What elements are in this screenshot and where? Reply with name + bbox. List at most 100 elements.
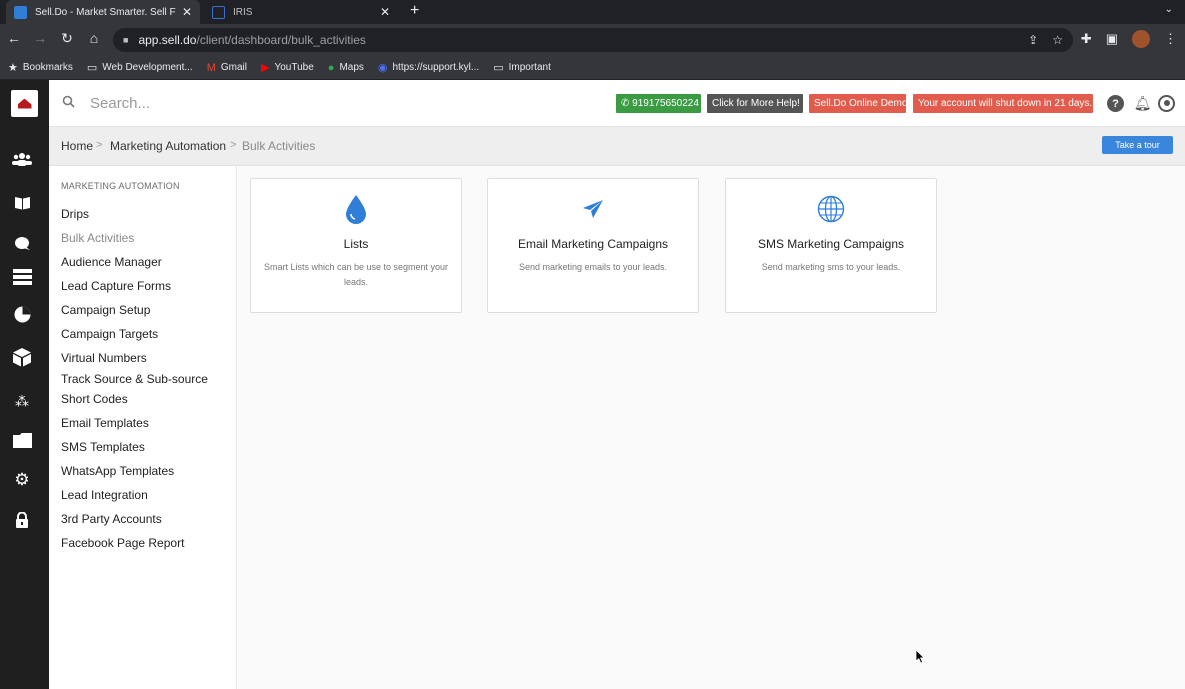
menu-item-short-codes[interactable]: Short Codes bbox=[61, 392, 128, 406]
folder-icon: ▭ bbox=[86, 62, 98, 74]
users-icon[interactable] bbox=[12, 149, 32, 169]
bell-icon[interactable]: 🔔︎ bbox=[1134, 95, 1152, 112]
menu-item-campaign-targets[interactable]: Campaign Targets bbox=[61, 327, 158, 341]
gmail-icon: M bbox=[206, 61, 216, 74]
url-path: /client/dashboard/bulk_activities bbox=[196, 33, 366, 47]
folder-icon[interactable] bbox=[12, 430, 32, 450]
user-icon[interactable] bbox=[1158, 95, 1175, 112]
browser-menu-icon[interactable]: ⋮ bbox=[1164, 31, 1177, 47]
marketing-automation-menu: MARKETING AUTOMATION Drips Bulk Activiti… bbox=[49, 166, 237, 689]
back-icon[interactable]: ← bbox=[5, 30, 23, 46]
breadcrumb-separator: > bbox=[96, 139, 103, 151]
site-icon: ◉ bbox=[377, 62, 388, 74]
maps-icon: ● bbox=[327, 61, 335, 74]
folder-icon: ▭ bbox=[493, 62, 504, 74]
droplet-icon bbox=[251, 194, 461, 224]
star-icon: ★ bbox=[8, 62, 18, 74]
bookmark-item[interactable]: ◉ https://support.kyl... bbox=[378, 61, 479, 74]
help-icon[interactable]: ? bbox=[1107, 95, 1124, 112]
email-campaigns-card[interactable]: Email Marketing Campaigns Send marketing… bbox=[487, 178, 699, 313]
lists-card[interactable]: Lists Smart Lists which can be use to se… bbox=[250, 178, 462, 313]
home-icon[interactable]: ⌂ bbox=[85, 30, 103, 46]
search-icon bbox=[62, 95, 75, 108]
phone-icon: ✆ bbox=[621, 98, 633, 109]
profile-avatar[interactable] bbox=[1132, 30, 1150, 48]
breadcrumb: Home > Marketing Automation > Bulk Activ… bbox=[49, 127, 1185, 166]
menu-item-lead-capture-forms[interactable]: Lead Capture Forms bbox=[61, 279, 171, 293]
bookmark-item[interactable]: ▭ Web Development... bbox=[87, 61, 193, 74]
cube-icon[interactable] bbox=[12, 347, 32, 367]
bookmark-item[interactable]: ● Maps bbox=[328, 62, 364, 74]
new-tab-icon[interactable]: + bbox=[410, 2, 419, 20]
youtube-icon: ▶ bbox=[261, 62, 270, 74]
search-input[interactable] bbox=[90, 92, 390, 114]
app-logo bbox=[11, 90, 38, 117]
card-title: SMS Marketing Campaigns bbox=[757, 237, 905, 251]
online-demo-button[interactable]: Sell.Do Online Demo bbox=[809, 94, 907, 113]
bookmark-item[interactable]: ★ Bookmarks bbox=[8, 61, 73, 74]
address-bar[interactable]: ■ app.sell.do/client/dashboard/bulk_acti… bbox=[113, 28, 1073, 52]
menu-item-virtual-numbers[interactable]: Virtual Numbers bbox=[61, 351, 147, 365]
menu-item-3rd-party-accounts[interactable]: 3rd Party Accounts bbox=[61, 512, 162, 526]
close-icon[interactable]: ✕ bbox=[380, 5, 390, 19]
menu-item-audience-manager[interactable]: Audience Manager bbox=[61, 255, 162, 269]
bookmarks-bar: ★ Bookmarks ▭ Web Development... M Gmail ▶ Y… bbox=[0, 56, 1185, 80]
url-host: app.sell.do bbox=[138, 33, 197, 47]
bookmark-item[interactable]: ▭ Important bbox=[493, 61, 551, 74]
phone-button[interactable]: ✆ 919175650224 bbox=[616, 94, 701, 113]
breadcrumb-separator: > bbox=[230, 139, 237, 151]
paper-plane-icon bbox=[488, 194, 698, 224]
take-tour-button[interactable]: Take a tour bbox=[1102, 136, 1173, 154]
main-content: Lists Smart Lists which can be use to se… bbox=[238, 166, 1185, 689]
card-title: Lists bbox=[343, 237, 369, 251]
list-view-icon[interactable] bbox=[12, 267, 32, 287]
close-icon[interactable]: ✕ bbox=[182, 5, 192, 19]
logo-container[interactable] bbox=[0, 80, 49, 127]
extensions-icon[interactable]: ✚ bbox=[1081, 31, 1092, 47]
tab-title: IRIS bbox=[233, 6, 253, 18]
tab-selldo[interactable]: Sell.Do - Market Smarter. Sell Fa ✕ bbox=[6, 0, 200, 24]
forward-icon[interactable]: → bbox=[31, 30, 49, 46]
mouse-cursor-icon bbox=[915, 649, 925, 664]
settings-gear-icon[interactable]: ⚙ bbox=[12, 470, 32, 490]
sms-campaigns-card[interactable]: SMS Marketing Campaigns Send marketing s… bbox=[725, 178, 937, 313]
selldo-favicon-icon bbox=[14, 5, 27, 19]
tab-iris[interactable]: IRIS ✕ bbox=[204, 0, 398, 24]
icon-rail: ⁂ ⚙ bbox=[0, 127, 49, 689]
book-icon[interactable] bbox=[12, 193, 32, 213]
menu-item-campaign-setup[interactable]: Campaign Setup bbox=[61, 303, 150, 317]
lock-icon: ■ bbox=[123, 35, 129, 45]
side-panel-icon[interactable]: ▣ bbox=[1106, 31, 1118, 47]
card-description: Smart Lists which can be use to segment … bbox=[263, 262, 449, 287]
reload-icon[interactable]: ↻ bbox=[58, 30, 76, 47]
breadcrumb-marketing-automation[interactable]: Marketing Automation bbox=[110, 139, 226, 153]
menu-title: MARKETING AUTOMATION bbox=[61, 181, 180, 191]
logo-mark bbox=[17, 98, 32, 109]
globe-icon bbox=[726, 194, 936, 224]
tab-search-icon[interactable]: ⌄ bbox=[1165, 4, 1173, 15]
menu-item-email-templates[interactable]: Email Templates bbox=[61, 416, 149, 430]
menu-item-lead-integration[interactable]: Lead Integration bbox=[61, 488, 148, 502]
menu-item-bulk-activities[interactable]: Bulk Activities bbox=[61, 231, 134, 245]
breadcrumb-home[interactable]: Home bbox=[61, 139, 93, 153]
tab-title: Sell.Do - Market Smarter. Sell Fa bbox=[35, 6, 176, 18]
menu-item-track-source[interactable]: Track Source & Sub-source bbox=[61, 372, 208, 386]
account-shutdown-button[interactable]: Your account will shut down in 21 days. bbox=[913, 94, 1093, 113]
iris-favicon-icon bbox=[212, 5, 225, 19]
share-icon[interactable]: ⇪ bbox=[1028, 33, 1038, 47]
menu-item-sms-templates[interactable]: SMS Templates bbox=[61, 440, 145, 454]
browser-tab-bar: Sell.Do - Market Smarter. Sell Fa ✕ IRIS… bbox=[0, 0, 1185, 24]
bookmark-item[interactable]: ▶ YouTube bbox=[261, 61, 314, 74]
more-help-button[interactable]: Click for More Help! bbox=[707, 94, 803, 113]
card-description: Send marketing sms to your leads. bbox=[761, 262, 901, 272]
chat-icon[interactable] bbox=[12, 233, 32, 253]
bookmark-star-icon[interactable]: ☆ bbox=[1052, 33, 1063, 47]
menu-item-whatsapp-templates[interactable]: WhatsApp Templates bbox=[61, 464, 174, 478]
menu-item-facebook-page-report[interactable]: Facebook Page Report bbox=[61, 536, 184, 550]
pie-chart-icon[interactable] bbox=[12, 304, 32, 324]
menu-item-drips[interactable]: Drips bbox=[61, 207, 89, 221]
app-header: ✆ 919175650224 Click for More Help! Sell… bbox=[0, 80, 1185, 127]
bookmark-item[interactable]: M Gmail bbox=[207, 62, 247, 74]
magic-wand-icon[interactable]: ⁂ bbox=[12, 391, 32, 411]
lock-icon[interactable] bbox=[12, 510, 32, 530]
